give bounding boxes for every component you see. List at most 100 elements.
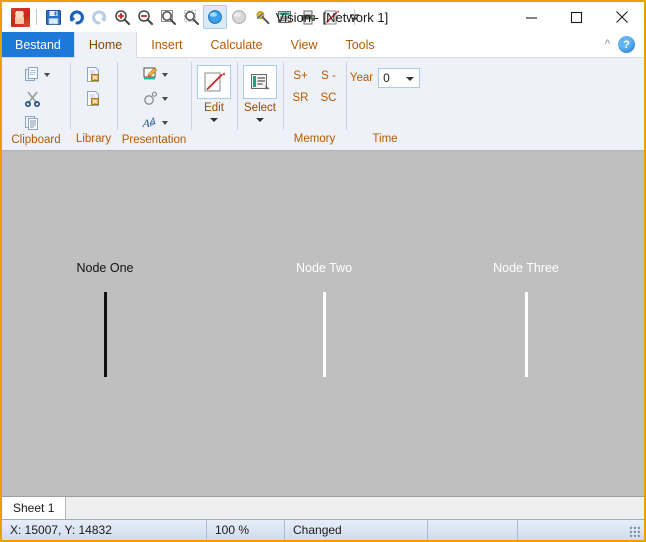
qat-separator [36,9,37,25]
symbol-caret-icon[interactable] [162,96,168,101]
node-label: Node Two [295,261,353,275]
application-window: Vision - [Network 1] Bestand Home Insert… [0,0,646,542]
select-button[interactable]: Select [240,62,280,124]
maximize-button[interactable] [554,2,599,32]
undo-icon[interactable] [65,6,87,28]
paste-caret-icon[interactable] [44,72,50,77]
deselect-circle-icon[interactable] [228,6,250,28]
select-dropdown-caret-icon[interactable] [256,118,264,122]
status-state: Changed [285,520,428,540]
tab-tools[interactable]: Tools [331,32,388,57]
year-label: Year [349,72,374,84]
chevron-up-icon[interactable]: ^ [605,39,610,50]
memory-store-recall-button[interactable]: SR [289,90,313,106]
ribbon-group-label-clipboard: Clipboard [11,134,61,146]
legend-button[interactable] [137,64,171,85]
edit-note-icon[interactable] [320,6,342,28]
year-combobox-value: 0 [383,71,390,85]
ribbon-group-time: Year 0 Time [346,58,424,150]
chevron-down-icon[interactable] [406,77,415,81]
edit-button[interactable]: Edit [194,62,234,124]
canvas-node-one[interactable]: Node One [2,261,208,377]
sheet-tab-bar: Sheet 1 [2,496,644,519]
help-icon[interactable]: ? [618,36,635,53]
node-label: Node One [76,261,134,275]
ribbon-tab-right-controls: ^ ? [605,32,644,57]
symbol-button[interactable] [137,88,171,109]
edit-dropdown-caret-icon[interactable] [210,118,218,122]
year-combobox[interactable]: 0 [378,68,421,88]
status-bar: X: 15007, Y: 14832 100 % Changed [2,519,644,540]
title-bar: Vision - [Network 1] [2,2,644,32]
tab-home[interactable]: Home [73,32,138,58]
canvas-node-two[interactable]: Node Two [221,261,427,377]
zoom-window-icon[interactable] [157,6,179,28]
font-button[interactable]: A A [137,112,171,133]
ribbon-group-label-presentation: Presentation [121,134,187,146]
ribbon-filler [424,58,644,150]
status-zoom-level: 100 % [207,520,285,540]
ribbon-group-library: Library [70,58,117,150]
resize-grip-dots-icon [629,526,640,537]
resize-grip[interactable] [518,520,644,540]
tab-calculate[interactable]: Calculate [196,32,276,57]
paste-icon [22,65,42,85]
tab-bestand[interactable]: Bestand [2,32,74,57]
canvas-node-three[interactable]: Node Three [423,261,629,377]
font-caret-icon[interactable] [162,120,168,125]
ribbon-group-label-select [240,132,280,150]
copy-button[interactable] [19,112,53,133]
node-bar[interactable] [524,292,528,377]
status-coordinates: X: 15007, Y: 14832 [2,520,207,540]
ribbon-group-memory: S+ S - SR SC Memory [283,58,346,150]
ribbon-group-select: Select [237,58,283,150]
cut-button[interactable] [19,88,53,109]
zoom-extents-icon[interactable] [180,6,202,28]
quick-access-toolbar [2,5,365,29]
redo-icon[interactable] [88,6,110,28]
ribbon-group-label-edit [194,132,234,150]
ribbon-tab-bar: Bestand Home Insert Calculate View Tools… [2,32,644,58]
ribbon-group-label-memory: Memory [293,133,336,145]
zoom-in-icon[interactable] [111,6,133,28]
library-open-icon [84,65,104,85]
select-circle-icon[interactable] [203,5,227,29]
memory-store-minus-button[interactable]: S - [317,68,341,84]
report-icon[interactable] [274,6,296,28]
symbol-icon [140,89,160,109]
title-separator [354,9,355,25]
library-open-button[interactable] [81,64,107,85]
status-extra [428,520,518,540]
tab-insert[interactable]: Insert [137,32,196,57]
save-icon[interactable] [42,6,64,28]
node-bar[interactable] [103,292,107,377]
legend-caret-icon[interactable] [162,72,168,77]
zoom-out-icon[interactable] [134,6,156,28]
ribbon-group-edit: Edit [191,58,237,150]
select-list-icon [243,65,277,99]
close-button[interactable] [599,2,644,32]
cut-icon [22,89,42,109]
minimize-button[interactable] [509,2,554,32]
library-close-icon [84,89,104,109]
node-bar[interactable] [322,292,326,377]
edit-pencil-icon [197,65,231,99]
pin-icon[interactable] [251,6,273,28]
network-canvas[interactable]: Node One Node Two Node Three [2,151,644,496]
sheet-tab-sheet-1[interactable]: Sheet 1 [2,497,67,519]
ribbon-group-clipboard: Clipboard [2,58,70,150]
select-button-label: Select [244,102,276,114]
tab-view[interactable]: View [277,32,332,57]
ribbon-group-label-time: Time [372,133,398,145]
node-label: Node Three [493,261,559,275]
copy-icon [22,113,42,133]
paste-button[interactable] [19,64,53,85]
edit-button-label: Edit [204,102,224,114]
memory-store-plus-button[interactable]: S+ [289,68,313,84]
library-close-button[interactable] [81,88,107,109]
vision-app-icon[interactable] [9,6,31,28]
window-controls [509,2,644,32]
print-icon[interactable] [297,6,319,28]
memory-store-clear-button[interactable]: SC [317,90,341,106]
ribbon-group-label-library: Library [75,133,112,145]
